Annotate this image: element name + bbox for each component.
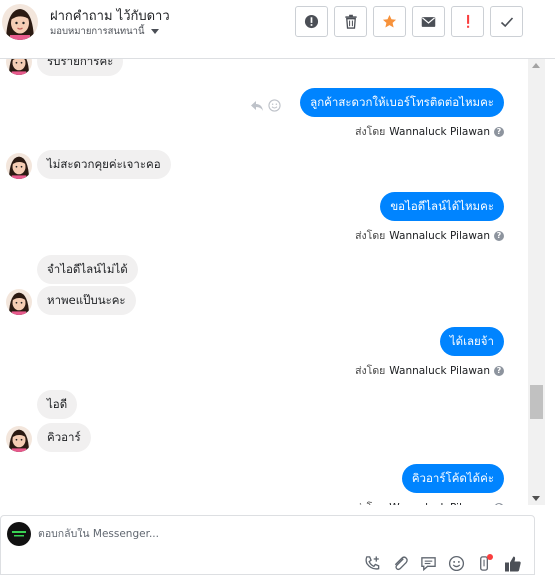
- reply-icon[interactable]: [250, 100, 264, 112]
- message-thread: รับรายการค่ะ ลูกค้าสะดวกให้เบอร์โทรติดต่…: [0, 59, 528, 505]
- sent-by-label: ส่งโดย Wannaluck Pilawan ?: [355, 227, 504, 244]
- star-button[interactable]: [373, 6, 406, 37]
- message-hover-actions: [250, 99, 281, 112]
- sent-by-label: ส่งโดย Wannaluck Pilawan ?: [355, 123, 504, 140]
- conversation-header: ฝากคำถาม ไว้กับดาว มอบหมายการสนทนานี้: [0, 0, 555, 59]
- scroll-up-arrow-icon[interactable]: [532, 63, 540, 68]
- help-icon[interactable]: ?: [494, 365, 504, 376]
- delete-button[interactable]: [334, 6, 367, 37]
- sender-avatar: [6, 59, 32, 75]
- emoji-icon: [448, 555, 465, 572]
- notification-dot: [487, 554, 493, 560]
- agent-name[interactable]: Wannaluck Pilawan: [389, 230, 490, 242]
- outgoing-message[interactable]: ขอไอดีไลน์ได้ไหมคะ: [380, 192, 504, 221]
- scroll-down-arrow-icon[interactable]: [532, 496, 540, 501]
- attachment-icon: [394, 556, 408, 571]
- sent-by-prefix: ส่งโดย: [355, 365, 386, 377]
- sent-by-prefix: ส่งโดย: [355, 126, 386, 138]
- outgoing-message[interactable]: ลูกค้าสะดวกให้เบอร์โทรติดต่อไหมคะ: [300, 88, 504, 117]
- mark-unread-button[interactable]: [412, 6, 445, 37]
- trash-icon: [344, 14, 357, 29]
- caret-down-icon: [150, 29, 159, 34]
- incoming-message[interactable]: รับรายการค่ะ: [37, 59, 124, 76]
- sticker-button[interactable]: [475, 554, 494, 573]
- star-icon: [382, 14, 397, 28]
- assign-conversation-dropdown[interactable]: มอบหมายการสนทนานี้: [50, 24, 159, 39]
- sent-by-prefix: ส่งโดย: [355, 499, 385, 505]
- mark-done-button[interactable]: [490, 6, 523, 37]
- mark-spam-button[interactable]: [295, 6, 328, 37]
- reply-composer: [0, 515, 535, 575]
- agent-name[interactable]: Wannaluck Pilawan: [389, 365, 490, 377]
- help-icon[interactable]: ?: [494, 230, 504, 241]
- assign-label: มอบหมายการสนทนานี้: [50, 26, 145, 37]
- incoming-message[interactable]: ไม่สะดวกคุยค่ะเจาะคอ: [37, 150, 171, 179]
- saved-reply-icon: [421, 557, 436, 572]
- mail-icon: [421, 16, 436, 27]
- contact-avatar[interactable]: [2, 4, 38, 40]
- reply-input[interactable]: [38, 528, 518, 540]
- emoji-button[interactable]: [447, 554, 466, 573]
- saved-replies-button[interactable]: [419, 554, 438, 573]
- composer-tools: [363, 554, 522, 573]
- incoming-message[interactable]: หาพeแป๊บนะคะ: [37, 286, 136, 315]
- alert-circle-icon: [304, 14, 319, 29]
- scrollbar-thumb[interactable]: [530, 385, 543, 419]
- outgoing-message[interactable]: ได้เลยจ้า: [439, 327, 504, 356]
- incoming-message[interactable]: ไอดี: [37, 390, 78, 419]
- page-avatar: [7, 522, 31, 546]
- thread-scrollbar[interactable]: [528, 59, 545, 505]
- add-call-button[interactable]: [363, 554, 382, 573]
- like-button[interactable]: [503, 554, 522, 573]
- incoming-message[interactable]: จำไอดีไลน์ไม่ได้: [37, 255, 138, 284]
- sender-avatar: [6, 426, 32, 452]
- help-icon[interactable]: ?: [494, 502, 504, 505]
- sender-avatar: [6, 289, 32, 315]
- agent-name[interactable]: Wannaluck Pilawan: [389, 126, 490, 138]
- follow-up-button[interactable]: [451, 6, 484, 37]
- thumbs-up-icon: [504, 556, 521, 571]
- conversation-tools: [295, 6, 523, 37]
- attach-file-button[interactable]: [391, 554, 410, 573]
- exclamation-icon: [466, 14, 469, 28]
- react-emoji-icon[interactable]: [268, 99, 281, 112]
- contact-name[interactable]: ฝากคำถาม ไว้กับดาว: [50, 5, 170, 26]
- sender-avatar: [6, 153, 32, 179]
- check-icon: [500, 16, 513, 27]
- help-icon[interactable]: ?: [494, 126, 504, 137]
- outgoing-message[interactable]: คิวอาร์โค้ดได้ค่ะ: [401, 464, 504, 493]
- add-call-icon: [365, 556, 380, 570]
- agent-name[interactable]: Wannaluck Pilawan: [389, 502, 490, 506]
- sent-by-label: ส่งโดย Wannaluck Pilawan ?: [355, 499, 504, 505]
- sent-by-prefix: ส่งโดย: [355, 230, 386, 242]
- incoming-message[interactable]: คิวอาร์: [37, 423, 91, 452]
- sent-by-label: ส่งโดย Wannaluck Pilawan ?: [355, 362, 504, 379]
